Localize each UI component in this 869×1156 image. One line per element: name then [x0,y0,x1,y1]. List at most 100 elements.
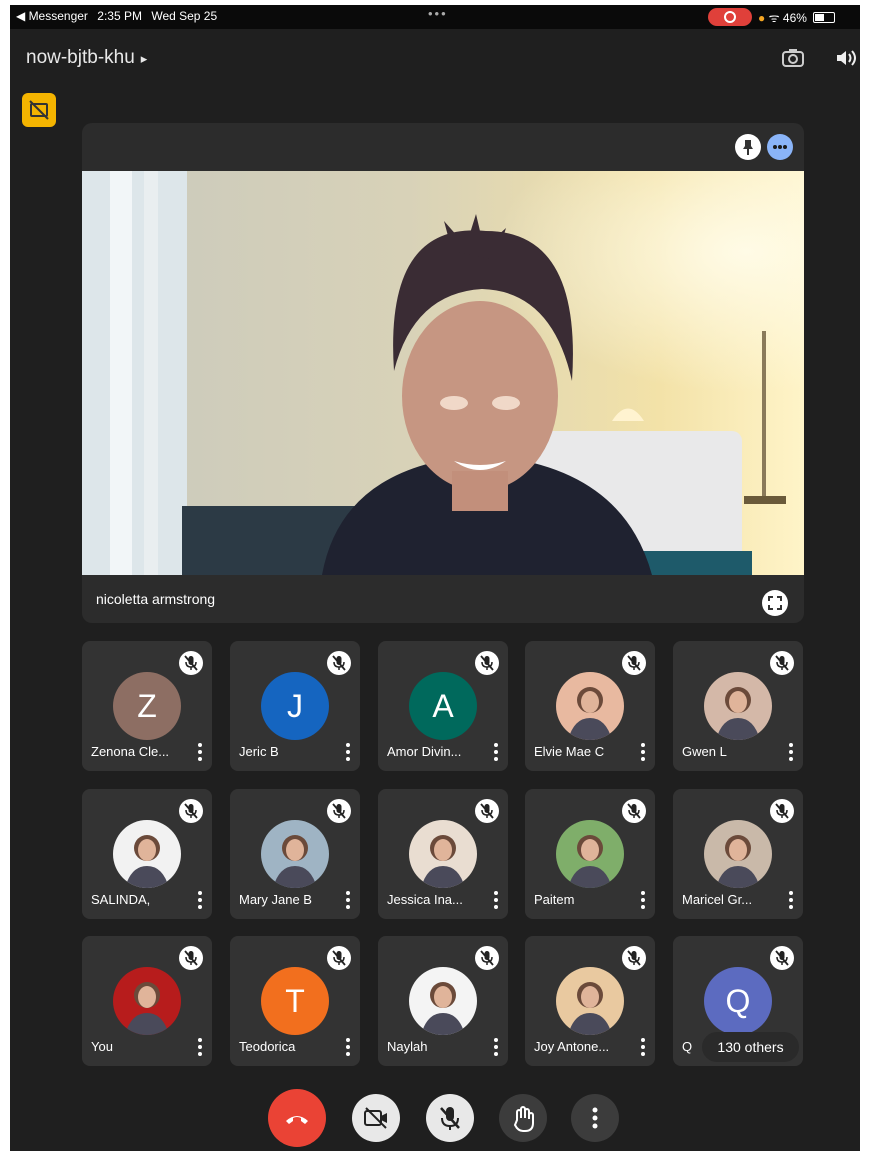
raise-hand-icon[interactable] [499,1094,547,1142]
participant-name: You [91,1039,113,1054]
avatar: T [261,967,329,1035]
mic-off-icon [327,799,351,823]
fullscreen-icon[interactable] [762,590,788,616]
participant-name: Q [682,1039,693,1054]
avatar [704,820,772,888]
avatar [409,820,477,888]
meeting-code[interactable]: now-bjtb-khu ▸ [26,47,147,69]
more-vert-icon[interactable] [788,889,794,909]
participant-tile[interactable]: Naylah [378,936,508,1066]
participant-tile[interactable]: Maricel Gr... [673,789,803,919]
more-vert-icon[interactable] [345,889,351,909]
participant-tile[interactable]: SALINDA, [82,789,212,919]
participant-name: Maricel Gr... [682,892,753,907]
avatar [704,672,772,740]
more-vert-icon[interactable] [493,889,499,909]
participant-tile[interactable]: Gwen L [673,641,803,771]
mic-off-icon[interactable] [426,1094,474,1142]
mic-off-icon [327,946,351,970]
captions-off-icon[interactable] [22,93,56,127]
mic-off-icon [770,946,794,970]
more-vert-icon[interactable] [493,741,499,761]
participant-name: Paitem [534,892,575,907]
mic-off-icon [622,651,646,675]
mic-off-icon [475,651,499,675]
pin-icon[interactable] [735,134,761,160]
participant-name: Jeric B [239,744,279,759]
more-vert-icon[interactable] [788,741,794,761]
multitask-dots[interactable]: ••• [428,6,448,21]
participant-tile[interactable]: J Jeric B [230,641,360,771]
participant-name: SALINDA, [91,892,151,907]
video-off-icon[interactable] [352,1094,400,1142]
participant-tile[interactable]: You [82,936,212,1066]
mic-off-icon [179,799,203,823]
avatar [556,672,624,740]
main-tile-name: nicoletta armstrong [96,591,216,607]
more-vert-icon[interactable] [640,741,646,761]
avatar [261,820,329,888]
more-vert-icon[interactable] [640,1036,646,1056]
avatar [556,967,624,1035]
participant-tile[interactable]: Elvie Mae C [525,641,655,771]
mic-off-icon [179,651,203,675]
more-vert-icon[interactable] [345,741,351,761]
participant-name: Gwen L [682,744,727,759]
more-vert-icon[interactable] [571,1094,619,1142]
participant-name: Jessica Ina... [387,892,463,907]
camera-switch-icon[interactable] [780,45,806,71]
more-vert-icon[interactable] [197,741,203,761]
mic-off-icon [475,946,499,970]
avatar: A [409,672,477,740]
participant-name: Elvie Mae C [534,744,605,759]
caret-right-icon: ▸ [140,51,148,66]
mic-off-icon [179,946,203,970]
more-vert-icon[interactable] [493,1036,499,1056]
more-vert-icon[interactable] [197,889,203,909]
status-time: 2:35 PM [97,9,142,23]
participant-tile[interactable]: Mary Jane B [230,789,360,919]
participant-name: Mary Jane B [239,892,312,907]
wifi-icon: ᯤ [768,11,780,25]
mic-off-icon [475,799,499,823]
main-video-tile[interactable]: nicoletta armstrong [82,123,804,623]
participant-name: Joy Antone... [534,1039,610,1054]
avatar: J [261,672,329,740]
mic-off-icon [327,651,351,675]
participant-tile[interactable]: Joy Antone... [525,936,655,1066]
avatar: Z [113,672,181,740]
main-video-feed [82,171,804,575]
mic-off-icon [622,946,646,970]
more-vert-icon[interactable] [345,1036,351,1056]
speaker-icon[interactable] [832,45,858,71]
participant-tile[interactable]: A Amor Divin... [378,641,508,771]
participant-name: Naylah [387,1039,428,1054]
battery-percent: 46% [782,11,807,25]
participant-tile[interactable]: Z Zenona Cle... [82,641,212,771]
battery-icon [813,12,836,23]
mic-off-icon [622,799,646,823]
participant-tile[interactable]: Jessica Ina... [378,789,508,919]
avatar [409,967,477,1035]
avatar [113,967,181,1035]
status-date: Wed Sep 25 [151,9,218,23]
more-vert-icon[interactable] [640,889,646,909]
more-vert-icon[interactable] [197,1036,203,1056]
mic-off-icon [770,651,794,675]
meet-app-window: ◀ Messenger 2:35 PM Wed Sep 25 ••• ● ᯤ 4… [10,5,860,1151]
screen-record-indicator [708,8,752,26]
back-to-app[interactable]: ◀ Messenger [16,9,88,23]
avatar [113,820,181,888]
participant-name: Teodorica [239,1039,296,1054]
more-horiz-icon[interactable] [767,134,793,160]
others-count[interactable]: 130 others [702,1032,799,1062]
participant-tile[interactable]: T Teodorica [230,936,360,1066]
participant-tile[interactable]: Paitem [525,789,655,919]
status-bar: ◀ Messenger 2:35 PM Wed Sep 25 ••• ● ᯤ 4… [10,5,860,29]
avatar [556,820,624,888]
participant-name: Amor Divin... [387,744,462,759]
end-call-button[interactable] [268,1089,326,1147]
mic-off-icon [770,799,794,823]
participant-name: Zenona Cle... [91,744,170,759]
status-dot-icon: ● [758,11,766,25]
